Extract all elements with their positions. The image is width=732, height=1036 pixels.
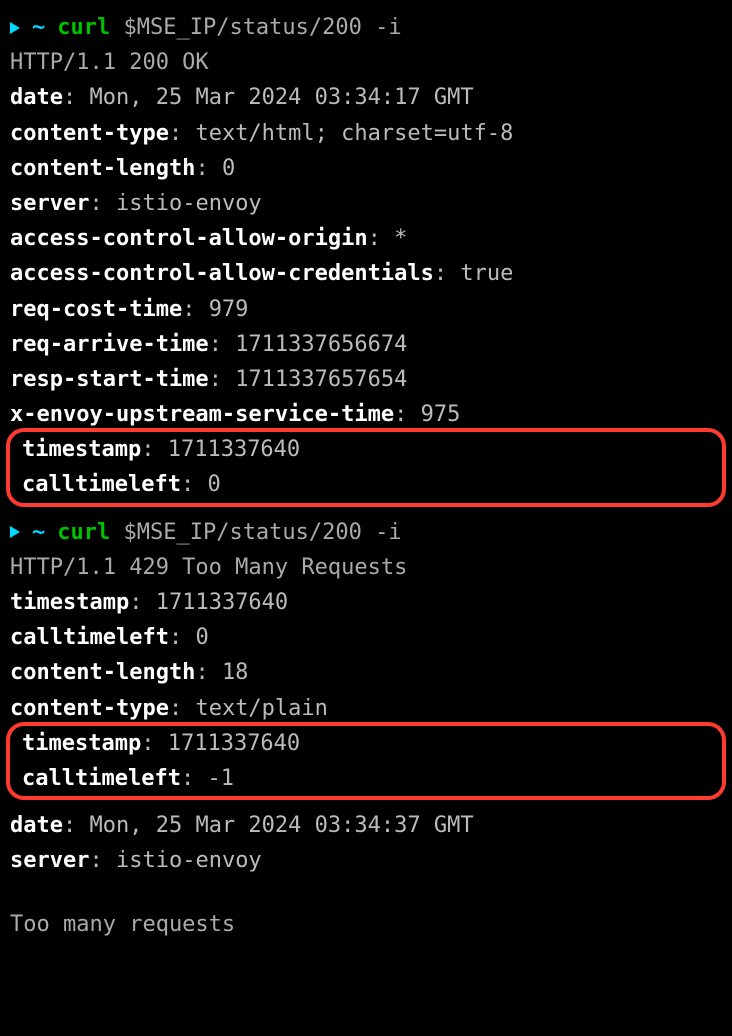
header-value: istio-envoy	[116, 191, 262, 216]
header-value: istio-envoy	[116, 848, 262, 873]
header-key: timestamp	[22, 731, 141, 756]
header-key: date	[10, 85, 63, 110]
header-row: calltimeleft: -1	[22, 761, 710, 796]
header-row: timestamp: 1711337640	[10, 585, 722, 620]
header-value: text/html; charset=utf-8	[195, 121, 513, 146]
header-value: Mon, 25 Mar 2024 03:34:17 GMT	[89, 85, 473, 110]
header-value: *	[394, 226, 407, 251]
header-key: req-arrive-time	[10, 332, 209, 357]
header-row: timestamp: 1711337640	[22, 432, 710, 467]
header-value: 1711337656674	[235, 332, 407, 357]
header-row: calltimeleft: 0	[22, 467, 710, 502]
prompt-arrow-icon	[10, 526, 20, 538]
prompt-tilde: ~	[32, 515, 45, 550]
prompt-tilde: ~	[32, 10, 45, 45]
prompt-line-1[interactable]: ~ curl $MSE_IP/status/200 -i	[10, 10, 722, 45]
header-row: content-type: text/html; charset=utf-8	[10, 116, 722, 151]
header-row: x-envoy-upstream-service-time: 975	[10, 397, 722, 432]
header-key: server	[10, 191, 89, 216]
response-body: Too many requests	[10, 907, 722, 942]
header-row: date: Mon, 25 Mar 2024 03:34:37 GMT	[10, 808, 722, 843]
highlight-box-1: timestamp: 1711337640 calltimeleft: 0	[6, 428, 726, 506]
header-key: timestamp	[22, 437, 141, 462]
header-row: timestamp: 1711337640	[22, 726, 710, 761]
header-value: text/plain	[195, 696, 327, 721]
header-row: access-control-allow-origin: *	[10, 221, 722, 256]
header-row: req-cost-time: 979	[10, 292, 722, 327]
header-value: 18	[222, 660, 249, 685]
highlight-box-2: timestamp: 1711337640 calltimeleft: -1	[6, 722, 726, 800]
header-value: -1	[207, 766, 234, 791]
header-key: access-control-allow-credentials	[10, 261, 434, 286]
header-row: content-length: 18	[10, 655, 722, 690]
header-key: content-type	[10, 121, 169, 146]
header-row: access-control-allow-credentials: true	[10, 256, 722, 291]
header-key: server	[10, 848, 89, 873]
status-line-1: HTTP/1.1 200 OK	[10, 45, 722, 80]
header-key: access-control-allow-origin	[10, 226, 368, 251]
command-args: $MSE_IP/status/200 -i	[123, 520, 401, 545]
header-key: content-type	[10, 696, 169, 721]
header-key: resp-start-time	[10, 367, 209, 392]
header-value: 1711337657654	[235, 367, 407, 392]
header-row: date: Mon, 25 Mar 2024 03:34:17 GMT	[10, 80, 722, 115]
command-name: curl	[57, 520, 110, 545]
header-row: content-length: 0	[10, 151, 722, 186]
header-row: resp-start-time: 1711337657654	[10, 362, 722, 397]
header-key: date	[10, 813, 63, 838]
prompt-line-2[interactable]: ~ curl $MSE_IP/status/200 -i	[10, 515, 722, 550]
header-key: content-length	[10, 156, 195, 181]
header-value: 0	[222, 156, 235, 181]
command-args: $MSE_IP/status/200 -i	[123, 15, 401, 40]
header-key: calltimeleft	[22, 472, 181, 497]
header-key: content-length	[10, 660, 195, 685]
header-key: calltimeleft	[22, 766, 181, 791]
header-row: calltimeleft: 0	[10, 620, 722, 655]
header-value: true	[460, 261, 513, 286]
header-value: 0	[195, 625, 208, 650]
header-value: 979	[209, 297, 249, 322]
header-value: 1711337640	[168, 437, 300, 462]
command-name: curl	[57, 15, 110, 40]
status-line-2: HTTP/1.1 429 Too Many Requests	[10, 550, 722, 585]
header-value: Mon, 25 Mar 2024 03:34:37 GMT	[89, 813, 473, 838]
header-value: 1711337640	[156, 590, 288, 615]
header-row: server: istio-envoy	[10, 186, 722, 221]
header-key: req-cost-time	[10, 297, 182, 322]
header-value: 0	[207, 472, 220, 497]
header-key: calltimeleft	[10, 625, 169, 650]
header-key: timestamp	[10, 590, 129, 615]
header-row: req-arrive-time: 1711337656674	[10, 327, 722, 362]
header-row: server: istio-envoy	[10, 843, 722, 878]
prompt-arrow-icon	[10, 22, 20, 34]
header-value: 1711337640	[168, 731, 300, 756]
header-row: content-type: text/plain	[10, 691, 722, 726]
header-key: x-envoy-upstream-service-time	[10, 402, 394, 427]
header-value: 975	[421, 402, 461, 427]
